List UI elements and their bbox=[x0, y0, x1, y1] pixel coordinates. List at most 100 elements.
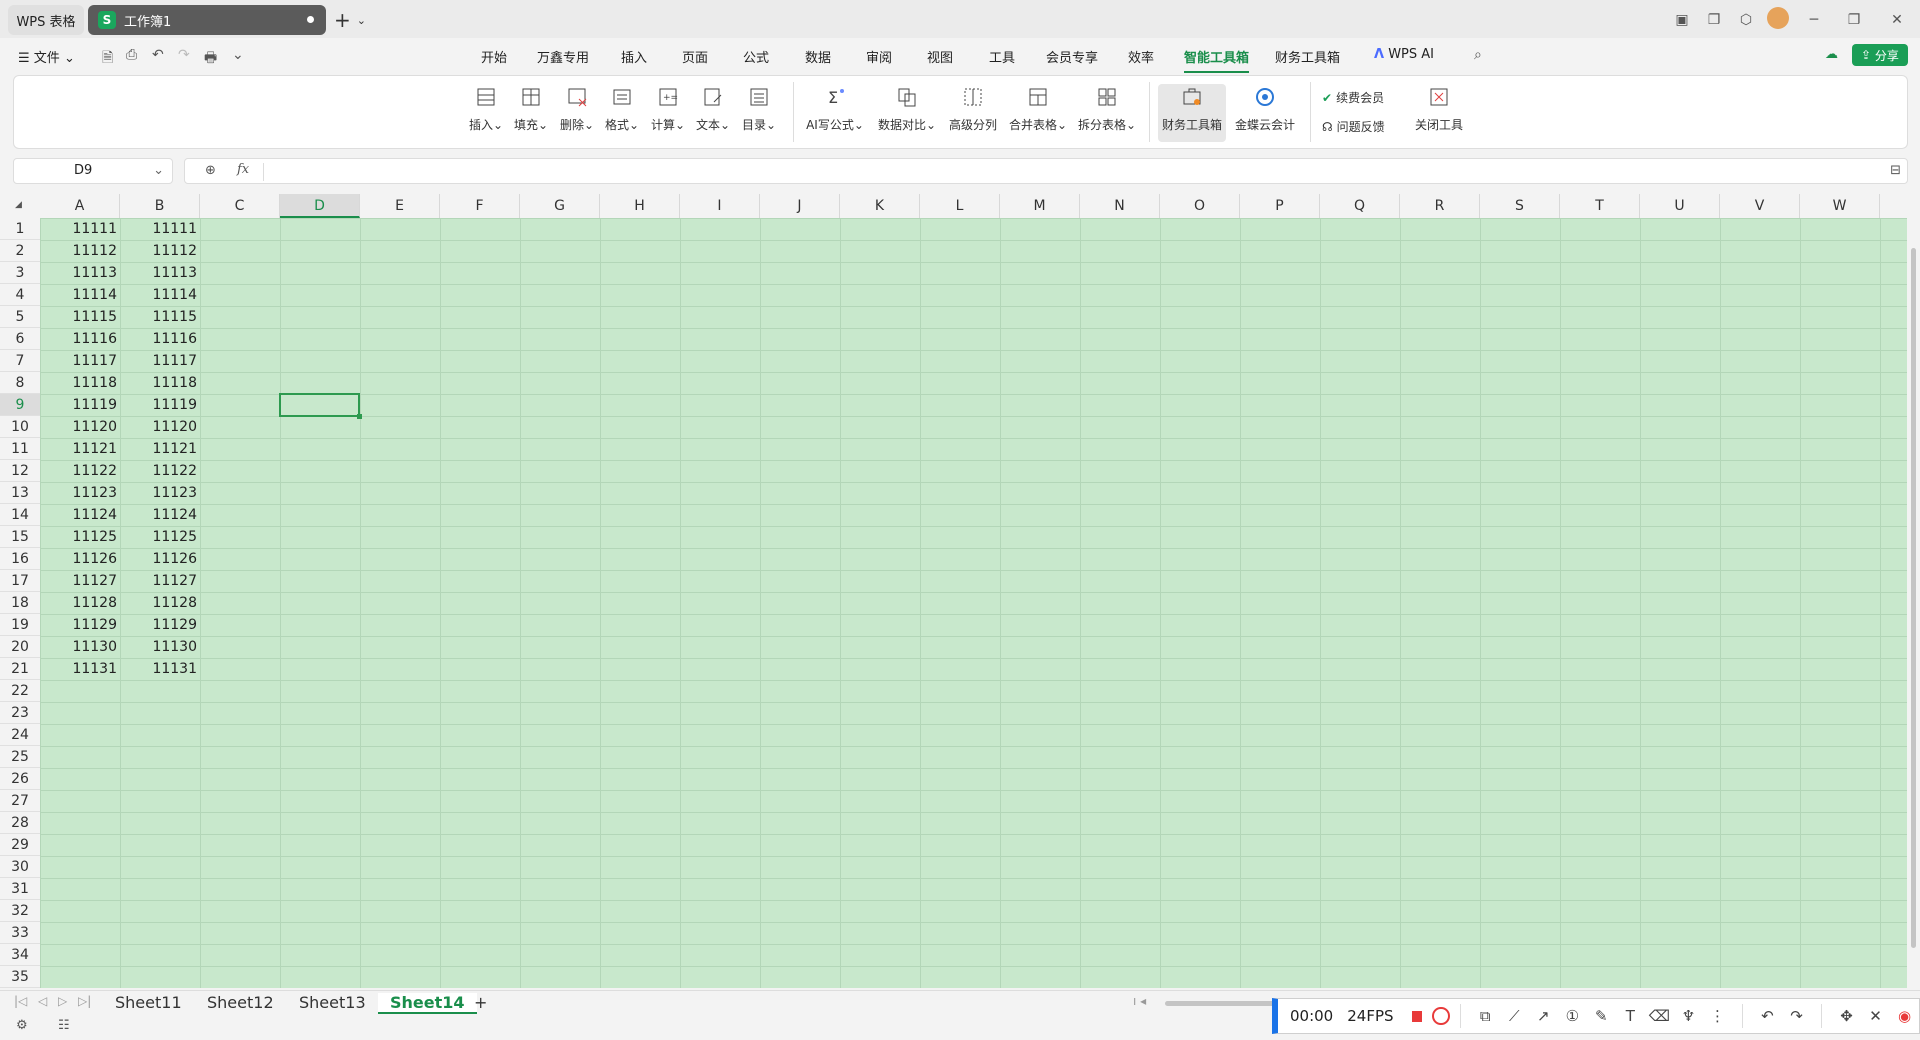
column-header-s[interactable]: S bbox=[1480, 194, 1560, 218]
sheet-tab-sheet11[interactable]: Sheet11 bbox=[115, 993, 182, 1012]
cell-a5[interactable]: 11115 bbox=[40, 306, 120, 328]
pen-icon[interactable]: ✎ bbox=[1587, 1007, 1616, 1025]
column-header-w[interactable]: W bbox=[1800, 194, 1880, 218]
finance-toolbox-button[interactable]: 财务工具箱 bbox=[1158, 84, 1226, 142]
row-header-24[interactable]: 24 bbox=[0, 724, 40, 746]
row-header-2[interactable]: 2 bbox=[0, 240, 40, 262]
column-header-m[interactable]: M bbox=[1000, 194, 1080, 218]
macro-icon[interactable]: ⚙ bbox=[16, 1018, 28, 1033]
horizontal-scroll-thumb[interactable] bbox=[1165, 1001, 1275, 1006]
text-tool-icon[interactable]: T bbox=[1616, 1007, 1645, 1025]
close-recorder-icon[interactable]: ✕ bbox=[1861, 1007, 1890, 1025]
cell-a9[interactable]: 11119 bbox=[40, 394, 120, 416]
first-sheet-icon[interactable]: |◁ bbox=[14, 994, 27, 1008]
shapes-icon[interactable]: ⧉ bbox=[1471, 1007, 1500, 1025]
chevron-down-icon[interactable]: ⌄ bbox=[153, 159, 164, 183]
advanced-split-button[interactable]: 高级分列 bbox=[946, 84, 1000, 142]
row-header-12[interactable]: 12 bbox=[0, 460, 40, 482]
sheet-tab-sheet13[interactable]: Sheet13 bbox=[299, 993, 366, 1012]
fx-icon[interactable]: fx bbox=[237, 162, 249, 177]
unsaved-dot-icon[interactable] bbox=[307, 16, 314, 23]
print-icon[interactable]: 🖶 bbox=[204, 47, 217, 71]
cell-b8[interactable]: 11118 bbox=[120, 372, 200, 394]
close-tool-button[interactable]: 关闭工具 bbox=[1411, 84, 1467, 142]
column-header-h[interactable]: H bbox=[600, 194, 680, 218]
menu-view[interactable]: 视图 bbox=[927, 47, 953, 66]
redo-annotation-icon[interactable]: ↷ bbox=[1782, 1007, 1811, 1025]
cell-b11[interactable]: 11121 bbox=[120, 438, 200, 460]
user-avatar[interactable] bbox=[1762, 7, 1794, 33]
share-button[interactable]: ⇪ 分享 bbox=[1852, 44, 1908, 66]
undo-annotation-icon[interactable]: ↶ bbox=[1753, 1007, 1782, 1025]
document-tab[interactable]: S 工作簿1 bbox=[88, 5, 326, 35]
cell-a11[interactable]: 11121 bbox=[40, 438, 120, 460]
row-header-16[interactable]: 16 bbox=[0, 548, 40, 570]
column-header-k[interactable]: K bbox=[840, 194, 920, 218]
cell-b15[interactable]: 11125 bbox=[120, 526, 200, 548]
row-header-11[interactable]: 11 bbox=[0, 438, 40, 460]
cell-grid[interactable]: 11111 11112 11113 11114 11115 11116 11117 11118… bbox=[40, 218, 1907, 988]
cell-a8[interactable]: 11118 bbox=[40, 372, 120, 394]
row-header-8[interactable]: 8 bbox=[0, 372, 40, 394]
scroll-split-handle[interactable]: ı ◂ bbox=[1133, 994, 1146, 1008]
cell-a17[interactable]: 11127 bbox=[40, 570, 120, 592]
add-sheet-button[interactable]: + bbox=[474, 993, 487, 1012]
menu-smart-toolbox[interactable]: 智能工具箱 bbox=[1184, 47, 1250, 73]
sheet-tab-sheet14[interactable]: Sheet14 bbox=[378, 993, 477, 1014]
undo-icon[interactable]: ↶ bbox=[152, 47, 164, 63]
select-all-corner[interactable]: ◢ bbox=[0, 194, 40, 218]
new-tab-button[interactable]: + ⌄ bbox=[334, 8, 374, 32]
window-layout-icon[interactable]: ❐ bbox=[1698, 12, 1730, 28]
minimize-icon[interactable]: ─ bbox=[1794, 12, 1834, 28]
cell-b13[interactable]: 11123 bbox=[120, 482, 200, 504]
row-header-29[interactable]: 29 bbox=[0, 834, 40, 856]
row-header-19[interactable]: 19 bbox=[0, 614, 40, 636]
menu-formula[interactable]: 公式 bbox=[743, 47, 769, 66]
row-header-20[interactable]: 20 bbox=[0, 636, 40, 658]
column-header-a[interactable]: A bbox=[40, 194, 120, 218]
cell-a4[interactable]: 11114 bbox=[40, 284, 120, 306]
sheet-tab-sheet12[interactable]: Sheet12 bbox=[207, 993, 274, 1012]
text-tool-button[interactable]: 文本⌄ bbox=[693, 84, 733, 142]
row-header-4[interactable]: 4 bbox=[0, 284, 40, 306]
row-header-9[interactable]: 9 bbox=[0, 394, 40, 416]
cell-b5[interactable]: 11115 bbox=[120, 306, 200, 328]
merge-table-button[interactable]: 合并表格⌄ bbox=[1007, 84, 1069, 142]
cell-b6[interactable]: 11116 bbox=[120, 328, 200, 350]
screenshot-icon[interactable]: ▣ bbox=[1666, 12, 1698, 28]
catalog-tool-button[interactable]: 目录⌄ bbox=[738, 84, 780, 142]
calculate-tool-button[interactable]: += 计算⌄ bbox=[648, 84, 688, 142]
prev-sheet-icon[interactable]: ◁ bbox=[38, 994, 47, 1008]
restore-icon[interactable]: ❐ bbox=[1834, 12, 1874, 28]
menu-wanxin[interactable]: 万鑫专用 bbox=[537, 47, 589, 66]
redo-icon[interactable]: ↷ bbox=[178, 47, 190, 63]
renew-member-button[interactable]: ✔ 续费会员 bbox=[1322, 89, 1384, 106]
cell-a7[interactable]: 11117 bbox=[40, 350, 120, 372]
name-box[interactable]: D9 ⌄ bbox=[13, 158, 173, 184]
row-header-30[interactable]: 30 bbox=[0, 856, 40, 878]
kingdee-button[interactable]: 金蝶云会计 bbox=[1232, 84, 1298, 142]
column-header-n[interactable]: N bbox=[1080, 194, 1160, 218]
selected-cell-d9[interactable] bbox=[279, 393, 362, 419]
menu-review[interactable]: 审阅 bbox=[866, 47, 892, 66]
data-compare-button[interactable]: 数据对比⌄ bbox=[876, 84, 938, 142]
menu-data[interactable]: 数据 bbox=[805, 47, 831, 66]
column-header-e[interactable]: E bbox=[360, 194, 440, 218]
vertical-scrollbar[interactable] bbox=[1907, 218, 1920, 988]
cell-a19[interactable]: 11129 bbox=[40, 614, 120, 636]
row-header-15[interactable]: 15 bbox=[0, 526, 40, 548]
column-header-d[interactable]: D bbox=[280, 194, 360, 218]
menu-home[interactable]: 开始 bbox=[481, 47, 507, 66]
row-header-1[interactable]: 1 bbox=[0, 218, 40, 240]
app-tab-wps[interactable]: WPS 表格 bbox=[8, 5, 84, 35]
cell-b16[interactable]: 11126 bbox=[120, 548, 200, 570]
column-header-i[interactable]: I bbox=[680, 194, 760, 218]
cell-a6[interactable]: 11116 bbox=[40, 328, 120, 350]
cell-b19[interactable]: 11129 bbox=[120, 614, 200, 636]
row-header-26[interactable]: 26 bbox=[0, 768, 40, 790]
cell-b17[interactable]: 11127 bbox=[120, 570, 200, 592]
cell-b18[interactable]: 11128 bbox=[120, 592, 200, 614]
row-header-18[interactable]: 18 bbox=[0, 592, 40, 614]
cell-b14[interactable]: 11124 bbox=[120, 504, 200, 526]
cell-b10[interactable]: 11120 bbox=[120, 416, 200, 438]
